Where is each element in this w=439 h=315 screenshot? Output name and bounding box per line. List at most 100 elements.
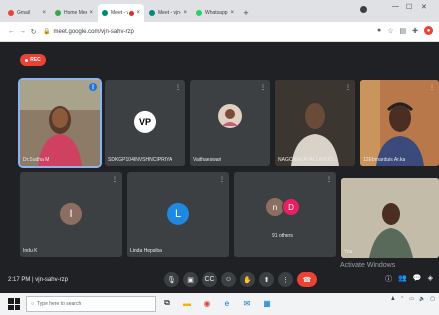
- mic-muted-icon: ⋮: [219, 177, 225, 183]
- meeting-favicon-icon: [55, 10, 61, 16]
- search-placeholder: Type here to search: [37, 301, 82, 307]
- url-field[interactable]: 🔒 meet.google.com/vjn-sahv-rzp: [43, 25, 343, 38]
- minimize-icon[interactable]: —: [392, 3, 399, 10]
- meet-control-bar: 2:17 PM | vjn-sahv-rzp 🎙 ▣ CC ☺ ✋ ⬆ ⋮ ☎ …: [0, 262, 439, 293]
- participant-tile[interactable]: ⋮ NAGCNIALAYALLAHOD...: [275, 80, 355, 166]
- browser-tab[interactable]: Home Meeting ×: [51, 4, 97, 22]
- file-explorer-icon[interactable]: ▬: [180, 296, 194, 310]
- browser-tab-active[interactable]: Meet - vjn-sa ×: [98, 4, 144, 22]
- participant-initial-avatar: L: [167, 202, 189, 225]
- reload-icon[interactable]: ↻: [28, 28, 39, 36]
- others-count-label: 91 others: [272, 233, 293, 239]
- participant-tile[interactable]: I ⋮ Indu K: [20, 172, 122, 257]
- people-icon[interactable]: 👥: [398, 274, 407, 284]
- profile-icon[interactable]: [360, 6, 367, 13]
- back-icon[interactable]: ←: [6, 28, 17, 35]
- meet-favicon-icon: [102, 10, 108, 16]
- chrome-icon[interactable]: ◉: [200, 296, 214, 310]
- meeting-code: vjn-sahv-rzp: [35, 277, 68, 283]
- mail-icon[interactable]: ✉: [240, 296, 254, 310]
- chat-icon[interactable]: 💬: [413, 274, 422, 284]
- mic-muted-icon: ⋮: [429, 85, 435, 91]
- emoji-button[interactable]: ☺: [221, 272, 236, 287]
- forward-icon[interactable]: →: [17, 28, 28, 35]
- volume-icon[interactable]: 🔈: [419, 296, 425, 302]
- close-window-icon[interactable]: ✕: [421, 3, 427, 11]
- close-tab-icon[interactable]: ×: [183, 10, 187, 16]
- recording-label: REC: [30, 57, 41, 63]
- self-video: [341, 178, 439, 258]
- participant-tile[interactable]: ⋮ Vaithaeswari: [190, 80, 270, 166]
- maximize-icon[interactable]: ☐: [406, 3, 412, 11]
- others-tile[interactable]: n D ⋮ 91 others: [234, 172, 336, 257]
- network-icon[interactable]: ▭: [409, 296, 414, 302]
- url-text: meet.google.com/vjn-sahv-rzp: [53, 28, 134, 35]
- camera-indicator-icon[interactable]: ●: [377, 27, 381, 34]
- participant-tile[interactable]: ⋮ 12Ebrnarduis Ar.ka: [360, 80, 439, 166]
- windows-activation-watermark: Activate Windows: [340, 262, 396, 269]
- close-tab-icon[interactable]: ×: [230, 10, 234, 16]
- clock-and-code: 2:17 PM | vjn-sahv-rzp: [8, 277, 68, 283]
- account-avatar[interactable]: ●: [424, 26, 433, 35]
- info-icon[interactable]: ⓘ: [385, 274, 392, 284]
- close-tab-icon[interactable]: ×: [136, 10, 140, 16]
- address-bar: ← → ↻ 🔒 meet.google.com/vjn-sahv-rzp ● ☆…: [0, 22, 439, 42]
- browser-tab-strip: Gmail × Home Meeting × Meet - vjn-sa × M…: [0, 0, 439, 22]
- bookmark-star-icon[interactable]: ☆: [387, 27, 393, 35]
- tab-label: Meet - vjn-sahv: [158, 10, 182, 16]
- mic-muted-icon: ⋮: [112, 177, 118, 183]
- people-tray-icon[interactable]: ♟: [391, 296, 395, 302]
- participant-tile[interactable]: ❙ Dr.Sudha M: [18, 78, 102, 168]
- mic-muted-icon: ⋮: [175, 85, 181, 91]
- participant-tile[interactable]: VP ⋮ SDKGP104INVSHNCIPRIYA: [105, 80, 185, 166]
- meet-stage: REC ❙ Dr.Sudha M VP ⋮ SDKGP104INVSHNCIPR…: [0, 42, 439, 293]
- participant-video: [20, 80, 100, 166]
- participant-name: SDKGP104INVSHNCIPRIYA: [108, 157, 173, 163]
- participant-name: Linda Hepsiba: [130, 248, 162, 254]
- notifications-icon[interactable]: ▢: [430, 296, 435, 302]
- participant-initial-avatar: D: [282, 198, 300, 216]
- tab-label: Home Meeting: [64, 10, 88, 16]
- self-name: You: [344, 249, 353, 255]
- new-tab-button[interactable]: +: [239, 4, 253, 22]
- reading-list-icon[interactable]: ▤: [400, 27, 407, 35]
- end-call-button[interactable]: ☎: [297, 272, 317, 287]
- raise-hand-button[interactable]: ✋: [240, 272, 255, 287]
- store-icon[interactable]: ▦: [260, 296, 274, 310]
- edge-icon[interactable]: e: [220, 296, 234, 310]
- activities-icon[interactable]: ◈: [428, 274, 433, 284]
- tray-overflow-icon[interactable]: ⌃: [400, 296, 404, 302]
- self-view-tile[interactable]: You: [341, 178, 439, 258]
- mic-toggle-button[interactable]: 🎙: [164, 272, 179, 287]
- recording-dot-icon: [129, 10, 135, 16]
- recording-dot-icon: [25, 58, 29, 62]
- browser-tab[interactable]: Whatsapp ×: [192, 4, 238, 22]
- participant-name: Vaithaeswari: [193, 157, 222, 163]
- task-view-icon[interactable]: ⧉: [160, 296, 174, 310]
- camera-toggle-button[interactable]: ▣: [183, 272, 198, 287]
- tab-label: Gmail: [17, 10, 31, 16]
- taskbar-search-field[interactable]: ○ Type here to search: [26, 296, 156, 312]
- close-tab-icon[interactable]: ×: [42, 10, 46, 16]
- close-tab-icon[interactable]: ×: [89, 10, 93, 16]
- present-button[interactable]: ⬆: [259, 272, 274, 287]
- more-options-button[interactable]: ⋮: [278, 272, 293, 287]
- participant-name: Indu K: [23, 248, 38, 254]
- captions-button[interactable]: CC: [202, 272, 217, 287]
- participant-initial-avatar: I: [60, 202, 82, 225]
- participant-name: 12Ebrnarduis Ar.ka: [363, 157, 406, 163]
- participant-name: Dr.Sudha M: [23, 157, 50, 163]
- call-controls: 🎙 ▣ CC ☺ ✋ ⬆ ⋮ ☎: [164, 272, 317, 287]
- browser-tab[interactable]: Gmail ×: [4, 4, 50, 22]
- windows-start-icon[interactable]: [8, 298, 20, 310]
- tab-label: Meet - vjn-sa: [111, 10, 128, 16]
- browser-tab[interactable]: Meet - vjn-sahv ×: [145, 4, 191, 22]
- side-panel-controls: ⓘ 👥 💬 ◈: [385, 274, 433, 284]
- taskbar-pinned-apps: ⧉ ▬ ◉ e ✉ ▦: [160, 296, 274, 310]
- search-icon: ○: [31, 301, 35, 307]
- mic-muted-icon: ⋮: [326, 177, 332, 183]
- mic-muted-icon: ⋮: [260, 85, 266, 91]
- participant-tile[interactable]: L ⋮ Linda Hepsiba: [127, 172, 229, 257]
- gmail-favicon-icon: [8, 10, 14, 16]
- extensions-icon[interactable]: ✚: [412, 27, 418, 35]
